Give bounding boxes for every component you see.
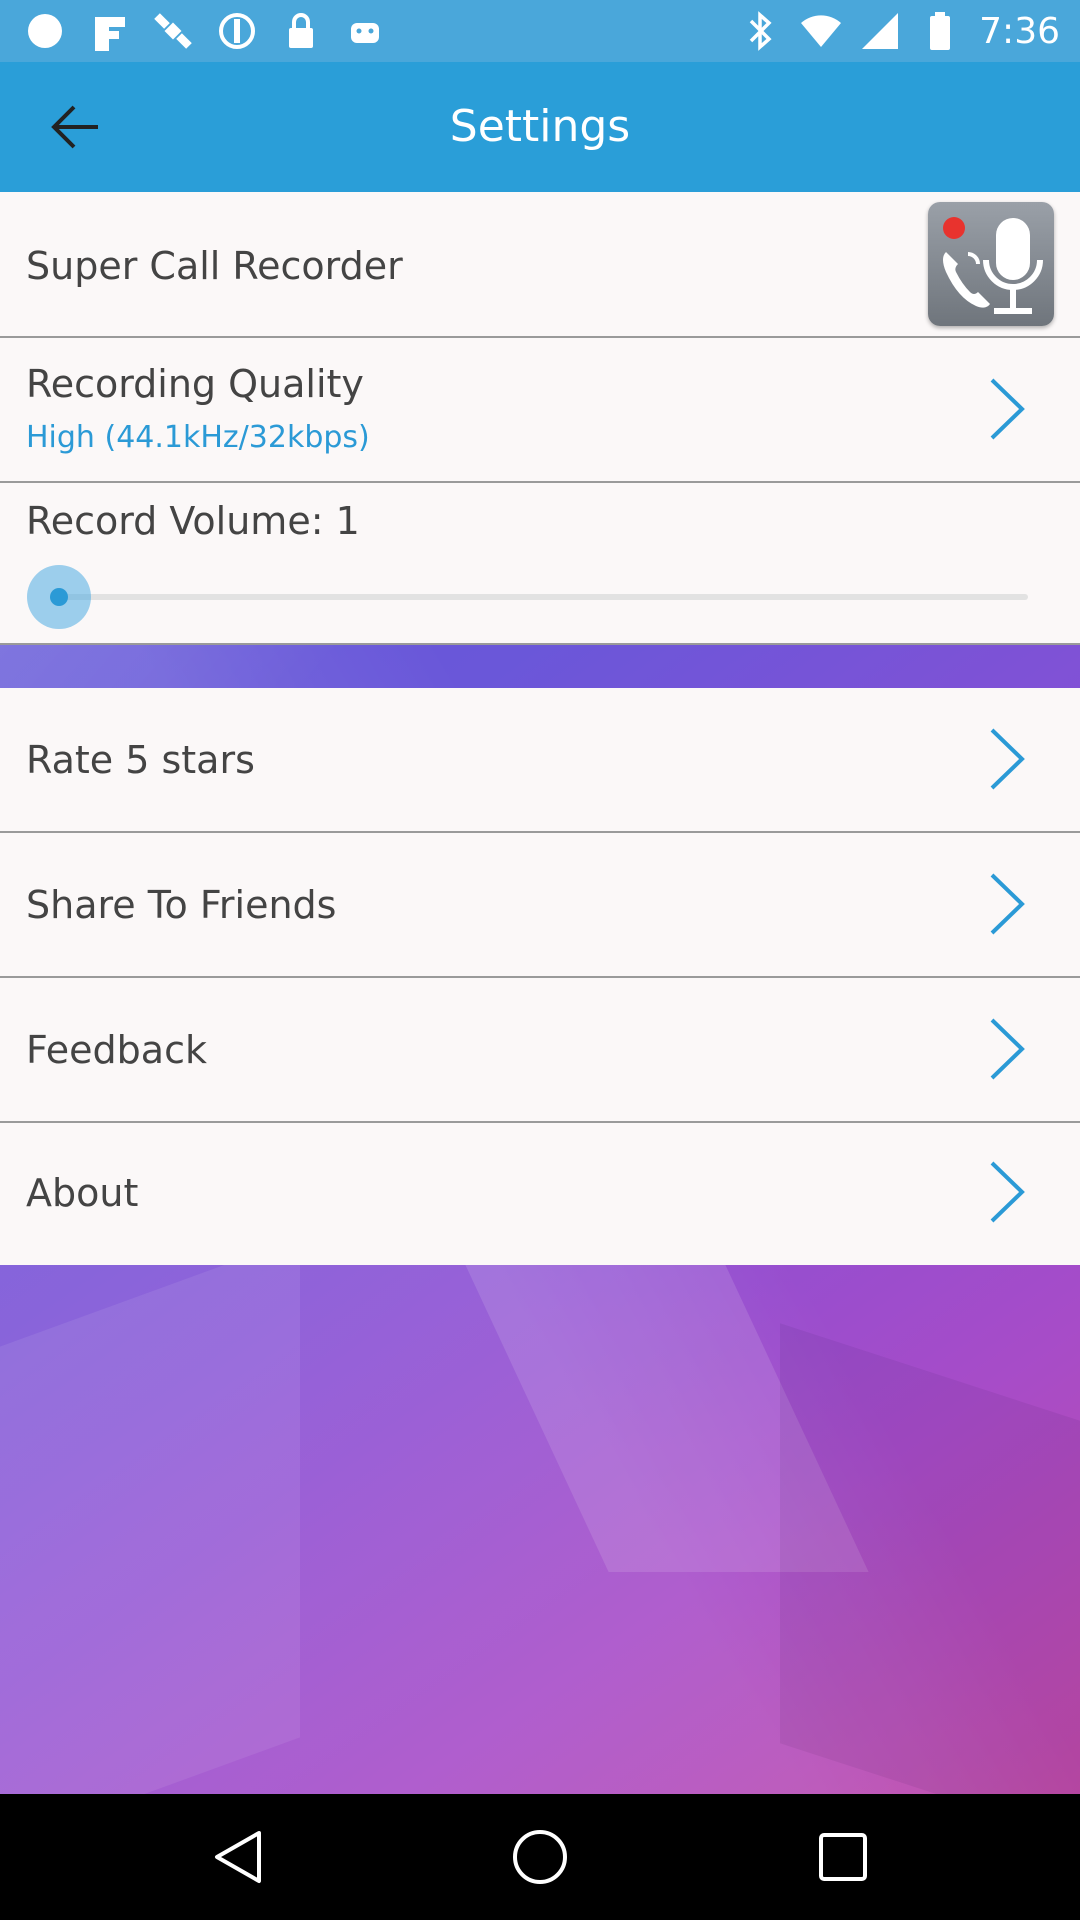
menu-item-label: Rate 5 stars (26, 738, 255, 782)
bluetooth-icon (739, 10, 781, 52)
wifi-icon (799, 10, 842, 52)
navigation-bar (0, 1794, 1080, 1920)
app-name-label: Super Call Recorder (26, 244, 403, 288)
recording-quality-row[interactable]: Recording Quality High (44.1kHz/32kbps) (0, 338, 1080, 483)
menu-item-share[interactable]: Share To Friends (0, 833, 1080, 978)
menu-item-rate[interactable]: Rate 5 stars (0, 688, 1080, 833)
chevron-right-icon (990, 1018, 1025, 1080)
nav-recents-button[interactable] (808, 1822, 878, 1892)
volume-slider-thumb[interactable] (50, 588, 68, 606)
battery-icon (919, 10, 961, 52)
record-volume-label: Record Volume: 1 (26, 499, 360, 543)
nav-back-button[interactable] (202, 1822, 272, 1892)
satellite-icon (152, 10, 194, 52)
menu-item-label: Share To Friends (26, 883, 337, 927)
menu-item-label: About (26, 1171, 139, 1215)
page-title: Settings (449, 101, 631, 152)
record-volume-row: Record Volume: 1 (0, 483, 1080, 645)
signal-icon (859, 10, 901, 52)
chevron-right-icon (990, 873, 1025, 935)
volume-slider-track[interactable] (60, 594, 1028, 600)
menu-item-label: Feedback (26, 1028, 207, 1072)
status-bar: 7:36 (0, 0, 1080, 62)
chevron-right-icon (990, 1161, 1025, 1223)
app-icon (928, 202, 1054, 326)
sync-icon (216, 10, 258, 52)
app-name-row: Super Call Recorder (0, 192, 1080, 338)
fake-gps-icon (88, 10, 130, 52)
menu-item-feedback[interactable]: Feedback (0, 978, 1080, 1123)
android-icon (344, 10, 386, 52)
chevron-right-icon (990, 378, 1025, 440)
lock-icon (280, 10, 322, 52)
chevron-right-icon (990, 728, 1025, 790)
recording-quality-label: Recording Quality (26, 362, 364, 406)
app-bar: Settings (0, 62, 1080, 192)
background-facet (0, 1237, 300, 1847)
back-triangle-icon (215, 1831, 261, 1883)
menu-item-about[interactable]: About (0, 1123, 1080, 1265)
circle-notification-icon (24, 10, 66, 52)
nav-home-button[interactable] (505, 1822, 575, 1892)
status-right-icons: 7:36 (739, 8, 1060, 54)
status-left-icons (24, 10, 386, 52)
status-time: 7:36 (979, 10, 1060, 52)
home-circle-icon (513, 1830, 567, 1884)
recents-square-icon (819, 1833, 867, 1881)
background-facet (780, 1323, 1080, 1841)
recording-quality-value: High (44.1kHz/32kbps) (26, 420, 370, 455)
